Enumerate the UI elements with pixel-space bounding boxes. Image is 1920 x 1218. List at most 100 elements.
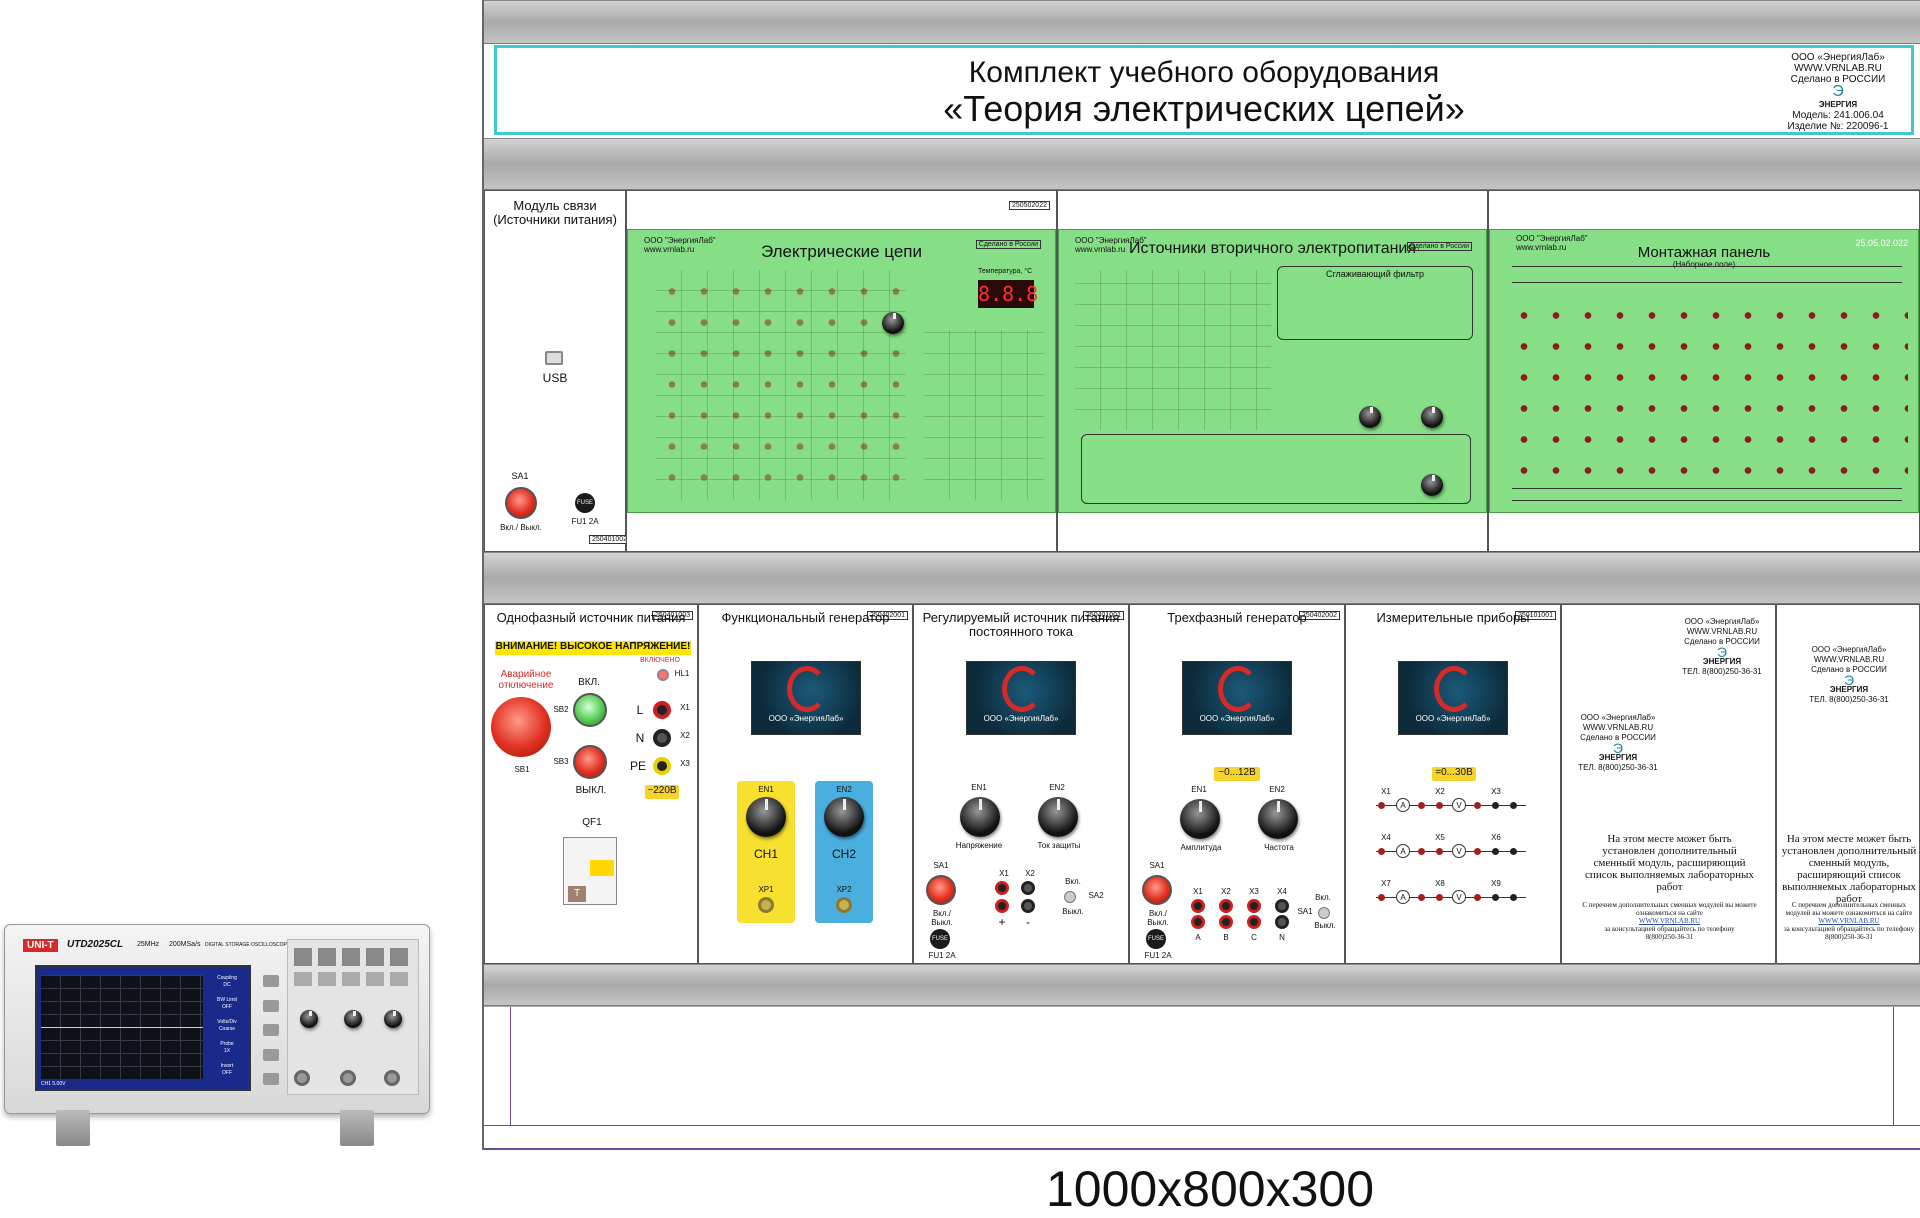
menu-button[interactable]	[263, 1073, 279, 1085]
terminal[interactable]	[1510, 894, 1517, 901]
xp2-bnc[interactable]	[836, 897, 852, 913]
terminal[interactable]	[1378, 802, 1385, 809]
comm-module: Модуль связи (Источники питания) USB SA1…	[484, 190, 631, 552]
ch1-knob[interactable]	[746, 797, 786, 837]
jack-phase-a-1[interactable]	[1191, 899, 1205, 913]
serial-number: Изделие №: 220096-1	[1787, 121, 1889, 132]
spare-company-mid: ООО «ЭнергияЛаб» WWW.VRNLAB.RU Сделано в…	[1568, 713, 1668, 773]
resistor-knob[interactable]	[882, 312, 904, 334]
minus-label: -	[1026, 915, 1030, 929]
ext-trig-bnc[interactable]	[384, 1070, 400, 1086]
terminal[interactable]	[1378, 848, 1385, 855]
circuit-terminals[interactable]	[656, 276, 906, 502]
time-div-knob[interactable]	[384, 1010, 402, 1028]
load-knob-2[interactable]	[1421, 474, 1443, 496]
terminal[interactable]	[1378, 894, 1385, 901]
breaker-lever[interactable]	[590, 860, 614, 876]
energy-logo-icon: Э	[1716, 644, 1728, 660]
amplitude-knob[interactable]	[1180, 799, 1220, 839]
jack-neutral-2[interactable]	[1275, 915, 1289, 929]
power-switch-state: Вкл./ Выкл.	[500, 523, 542, 532]
jack-x1-b[interactable]	[995, 899, 1009, 913]
three-phase-power-switch[interactable]	[1142, 875, 1172, 905]
terminal[interactable]	[1510, 848, 1517, 855]
jack-neutral-1[interactable]	[1275, 899, 1289, 913]
terminal[interactable]	[1418, 848, 1425, 855]
x1-label: X1	[1381, 787, 1391, 796]
jack-x2-a[interactable]	[1021, 881, 1035, 895]
amplitude-label: Амплитуда	[1180, 843, 1222, 852]
terminal[interactable]	[1436, 802, 1443, 809]
terminal[interactable]	[1474, 894, 1481, 901]
usb-port-icon[interactable]	[545, 351, 563, 365]
menu-button[interactable]	[263, 1024, 279, 1036]
dc-power-switch[interactable]	[926, 875, 956, 905]
terminal[interactable]	[1418, 802, 1425, 809]
jack-phase-c-2[interactable]	[1247, 915, 1261, 929]
sa2-toggle[interactable]	[1064, 891, 1076, 903]
terminal[interactable]	[1510, 802, 1517, 809]
jack-phase-b-2[interactable]	[1219, 915, 1233, 929]
voltage-label: Напряжение	[955, 841, 1003, 850]
output-toggle[interactable]	[1318, 907, 1330, 919]
fuse-holder[interactable]: FUSE	[1146, 929, 1166, 949]
en1-label: EN1	[971, 783, 987, 792]
terminal[interactable]	[1436, 848, 1443, 855]
jack-l[interactable]	[653, 701, 671, 719]
terminal[interactable]	[1492, 848, 1499, 855]
jack-phase-a-2[interactable]	[1191, 915, 1205, 929]
current-limit-knob[interactable]	[1038, 797, 1078, 837]
menu-button[interactable]	[263, 999, 279, 1012]
n-label: N	[635, 731, 645, 745]
jack-phase-c-1[interactable]	[1247, 899, 1261, 913]
en2-label: EN2	[836, 785, 852, 794]
spare-slot-2: ООО «ЭнергияЛаб» WWW.VRNLAB.RU Сделано в…	[1776, 604, 1920, 964]
electric-circuits-board: ООО "ЭнергияЛаб" www.vrnlab.ru Электриче…	[627, 229, 1056, 513]
emergency-stop-button[interactable]	[491, 697, 551, 757]
osc-type: DIGITAL STORAGE OSCILLOSCOPE	[205, 942, 291, 948]
osc-row-buttons[interactable]	[294, 972, 414, 986]
terminal[interactable]	[1474, 848, 1481, 855]
jack-x2-b[interactable]	[1021, 899, 1035, 913]
ch2-knob[interactable]	[824, 797, 864, 837]
range-badge: ~0...12В	[1214, 767, 1260, 781]
jack-pe[interactable]	[653, 757, 671, 775]
voltage-knob[interactable]	[960, 797, 1000, 837]
x5-label: X5	[1435, 833, 1445, 842]
menu-button[interactable]	[263, 1048, 279, 1061]
spare-link[interactable]: WWW.VRNLAB.RU	[1582, 917, 1757, 925]
xp1-bnc[interactable]	[758, 897, 774, 913]
ch2-bnc[interactable]	[340, 1070, 356, 1086]
mounting-terminals[interactable]	[1508, 300, 1908, 486]
osc-top-buttons[interactable]	[294, 948, 414, 966]
circuit-breaker[interactable]: T	[563, 837, 617, 905]
terminal[interactable]	[1492, 894, 1499, 901]
angle-knob[interactable]	[1359, 406, 1381, 428]
terminal[interactable]	[1474, 802, 1481, 809]
off-button[interactable]	[573, 745, 607, 779]
ch1-bnc[interactable]	[294, 1070, 310, 1086]
power-switch[interactable]	[505, 487, 537, 519]
logo-text: ООО «ЭнергияЛаб»	[768, 714, 844, 723]
jack-phase-b-1[interactable]	[1219, 899, 1233, 913]
fuse-holder[interactable]: FUSE	[575, 493, 595, 513]
ch1-volts-knob[interactable]	[300, 1010, 318, 1028]
spare-link[interactable]: WWW.VRNLAB.RU	[1779, 917, 1919, 925]
secondary-power-panel: ООО "ЭнергияЛаб" www.vrnlab.ru Источники…	[1057, 190, 1488, 552]
menu-button[interactable]	[263, 975, 279, 987]
frequency-knob[interactable]	[1258, 799, 1298, 839]
terminal[interactable]	[1436, 894, 1443, 901]
jack-n[interactable]	[653, 729, 671, 747]
test-button[interactable]: T	[568, 886, 586, 902]
bottom-section	[484, 1006, 1920, 1150]
jack-x1-a[interactable]	[995, 881, 1009, 895]
spare-small-text: С перечнем дополнительных сменных модуле…	[1779, 901, 1919, 941]
fuse-holder[interactable]: FUSE	[930, 929, 950, 949]
terminal[interactable]	[1492, 802, 1499, 809]
load-knob-1[interactable]	[1421, 406, 1443, 428]
sa2-on-label: Вкл.	[1065, 877, 1081, 886]
terminal[interactable]	[1418, 894, 1425, 901]
temperature-display: 8.8.8	[978, 280, 1039, 308]
ch2-volts-knob[interactable]	[344, 1010, 362, 1028]
on-button[interactable]	[573, 693, 607, 727]
